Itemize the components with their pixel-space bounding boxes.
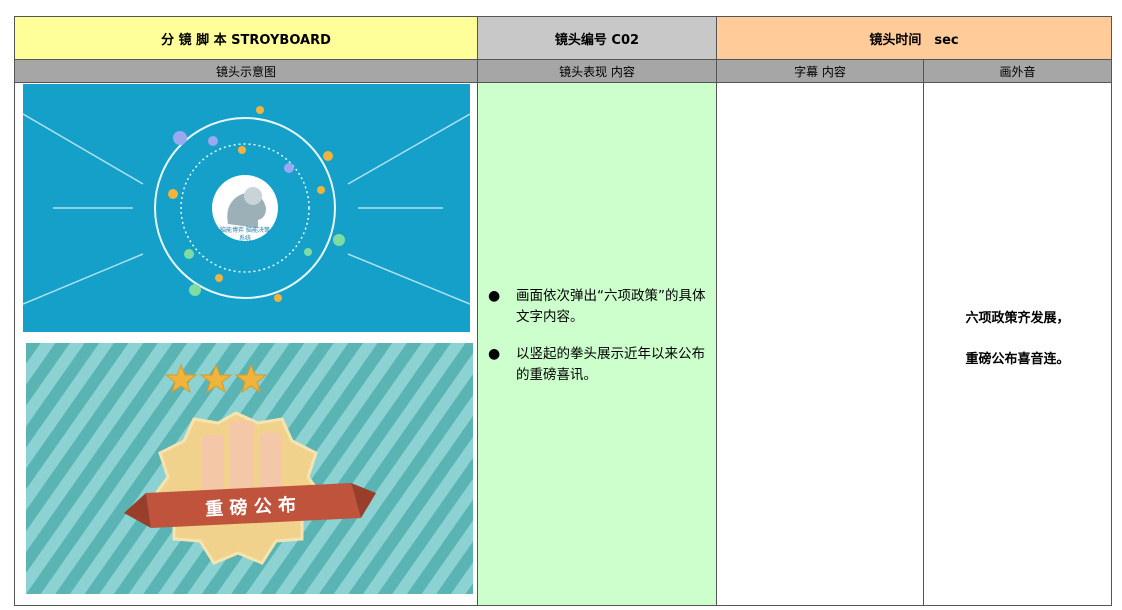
- storyboard-sheet: 分 镜 脚 本 STROYBOARD 镜头编号 C02 镜头时间 sec 镜头示…: [14, 16, 1113, 606]
- subtitle-cell: [716, 82, 924, 606]
- voiceover-line-2: 重磅公布喜音连。: [965, 352, 1070, 367]
- shot-brain-system-image: 脑能博弈 脑能决策 系统: [23, 84, 470, 332]
- description-item: ● 以竖起的拳头展示近年以来公布的重磅喜讯。: [488, 346, 705, 383]
- shot-fists-badge-image: 重 磅 公 布: [26, 343, 473, 594]
- brain-label-line-2: 系统: [239, 234, 251, 242]
- shot-image-cell: 脑能博弈 脑能决策 系统 重 磅 公 布: [14, 82, 478, 606]
- description-item: ● 画面依次弹出“六项政策”的具体文字内容。: [488, 288, 706, 325]
- storyboard-title: 分 镜 脚 本 STROYBOARD: [14, 16, 478, 60]
- col-header-subtitle: 字幕 内容: [716, 59, 924, 83]
- col-header-image: 镜头示意图: [14, 59, 478, 83]
- brain-label-line-1: 脑能博弈 脑能决策: [220, 226, 270, 234]
- bullet-icon: ●: [488, 288, 501, 304]
- voiceover-line-1: 六项政策齐发展，: [965, 311, 1070, 326]
- storyboard-table: 分 镜 脚 本 STROYBOARD 镜头编号 C02 镜头时间 sec 镜头示…: [14, 16, 1113, 606]
- voiceover-cell: 六项政策齐发展， 重磅公布喜音连。: [922, 82, 1113, 606]
- shot-number: 镜头编号 C02: [477, 16, 717, 60]
- description-list: ● 画面依次弹出“六项政策”的具体文字内容。 ● 以竖起的拳头展示近年以来公布的重磅…: [478, 286, 716, 386]
- col-header-description: 镜头表现 内容: [477, 59, 717, 83]
- bullet-icon: ●: [488, 346, 501, 362]
- shot-description-cell: ● 画面依次弹出“六项政策”的具体文字内容。 ● 以竖起的拳头展示近年以来公布的重磅…: [477, 82, 717, 606]
- shot-time: 镜头时间 sec: [715, 16, 1113, 60]
- col-header-voiceover: 画外音: [922, 59, 1113, 83]
